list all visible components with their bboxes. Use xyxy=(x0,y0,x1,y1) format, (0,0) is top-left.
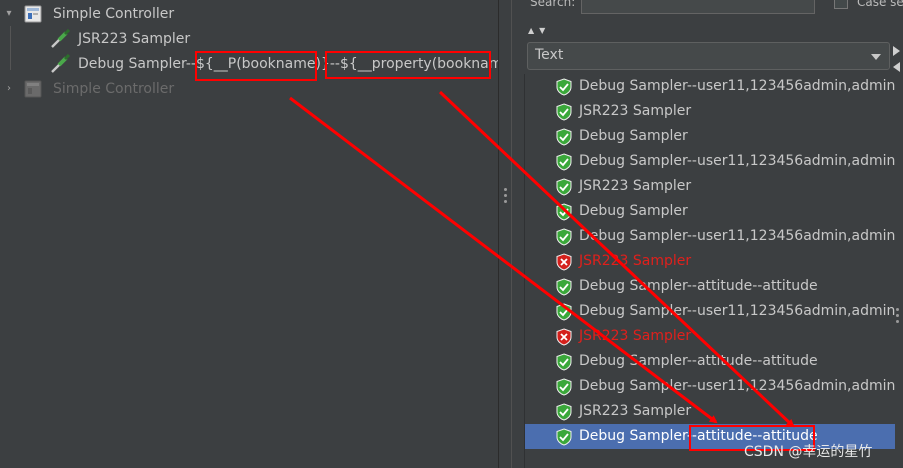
result-item[interactable]: Debug Sampler--attitude--attitude xyxy=(525,274,895,299)
result-item[interactable]: JSR223 Sampler xyxy=(525,324,895,349)
search-label: Search: xyxy=(530,0,576,9)
divider-grip-icon[interactable] xyxy=(504,188,507,204)
result-item[interactable]: Debug Sampler--attitude--attitude xyxy=(525,349,895,374)
success-shield-icon xyxy=(556,128,572,146)
result-item[interactable]: Debug Sampler--user11,123456admin,adminu… xyxy=(525,149,895,174)
success-shield-icon xyxy=(556,203,572,221)
success-shield-icon xyxy=(556,153,572,171)
case-sensitive-label: Case se xyxy=(857,0,903,9)
result-item-label: JSR223 Sampler xyxy=(579,253,692,269)
result-item[interactable]: Debug Sampler--user11,123456admin,adminu… xyxy=(525,299,895,324)
error-shield-icon xyxy=(556,328,572,346)
result-item[interactable]: Debug Sampler xyxy=(525,124,895,149)
simple-controller-icon xyxy=(24,80,42,98)
result-item[interactable]: JSR223 Sampler xyxy=(525,399,895,424)
result-item-label: Debug Sampler--user11,123456admin,adminu… xyxy=(579,228,895,244)
success-shield-icon xyxy=(556,353,572,371)
error-shield-icon xyxy=(556,253,572,271)
side-collapse-arrows[interactable] xyxy=(893,46,903,72)
success-shield-icon xyxy=(556,303,572,321)
result-item-label: Debug Sampler xyxy=(579,203,688,219)
tree-item-label: JSR223 Sampler xyxy=(78,31,191,47)
result-item[interactable]: JSR223 Sampler xyxy=(525,174,895,199)
chevron-down-icon[interactable]: ▾ xyxy=(4,2,14,26)
annotation-box-property-function xyxy=(325,51,491,79)
success-shield-icon xyxy=(556,278,572,296)
renderer-select[interactable]: Text xyxy=(527,42,890,70)
result-item-label: Debug Sampler--attitude--attitude xyxy=(579,278,818,294)
tree-guide-line xyxy=(10,26,11,70)
success-shield-icon xyxy=(556,178,572,196)
result-item-label: Debug Sampler--user11,123456admin,adminu… xyxy=(579,378,895,394)
watermark: CSDN @幸运的星竹 xyxy=(744,444,873,460)
arrow-right-icon[interactable] xyxy=(893,46,900,56)
result-item[interactable]: Debug Sampler xyxy=(525,199,895,224)
result-item-label: JSR223 Sampler xyxy=(579,403,692,419)
divider-grip-icon[interactable] xyxy=(896,308,899,326)
result-item[interactable]: Debug Sampler--user11,123456admin,adminu… xyxy=(525,374,895,399)
result-item[interactable]: Debug Sampler--user11,123456admin,adminu… xyxy=(525,224,895,249)
search-input[interactable] xyxy=(581,0,815,14)
result-item-label: JSR223 Sampler xyxy=(579,328,692,344)
result-item[interactable]: JSR223 Sampler xyxy=(525,249,895,274)
success-shield-icon xyxy=(556,78,572,96)
result-item-label: Debug Sampler--user11,123456admin,adminu… xyxy=(579,153,895,169)
success-shield-icon xyxy=(556,403,572,421)
success-shield-icon xyxy=(556,228,572,246)
results-pane: Search: Case se ▲▼ Text Debug Sampler--u… xyxy=(512,0,903,468)
tree-item-label: Simple Controller xyxy=(53,81,175,97)
chevron-down-icon[interactable] xyxy=(871,54,881,60)
result-item-label: Debug Sampler--attitude--attitude xyxy=(579,353,818,369)
split-pane-divider[interactable] xyxy=(498,0,512,468)
annotation-box-p-function xyxy=(195,51,317,81)
results-tree: Debug Sampler--user11,123456admin,adminu… xyxy=(524,74,895,468)
success-shield-icon xyxy=(556,103,572,121)
success-shield-icon xyxy=(556,378,572,396)
result-item-label: JSR223 Sampler xyxy=(579,178,692,194)
simple-controller-icon xyxy=(24,5,42,23)
tree-item-label: Simple Controller xyxy=(53,6,175,22)
result-item-label: JSR223 Sampler xyxy=(579,103,692,119)
result-item-label: Debug Sampler--user11,123456admin,adminu… xyxy=(579,78,895,94)
renderer-selected-value: Text xyxy=(535,47,564,63)
pipette-icon xyxy=(51,54,71,73)
result-item-label: Debug Sampler xyxy=(579,128,688,144)
chevron-right-icon[interactable]: › xyxy=(4,77,14,101)
pipette-icon xyxy=(51,29,71,48)
result-item[interactable]: Debug Sampler--user11,123456admin,adminu… xyxy=(525,74,895,99)
arrow-left-icon[interactable] xyxy=(893,62,900,72)
case-sensitive-checkbox[interactable] xyxy=(834,0,848,9)
success-shield-icon xyxy=(556,428,572,446)
sort-arrows-icon[interactable]: ▲▼ xyxy=(528,26,550,35)
result-item-label: Debug Sampler--user11,123456admin,adminu… xyxy=(579,303,895,319)
result-item[interactable]: JSR223 Sampler xyxy=(525,99,895,124)
